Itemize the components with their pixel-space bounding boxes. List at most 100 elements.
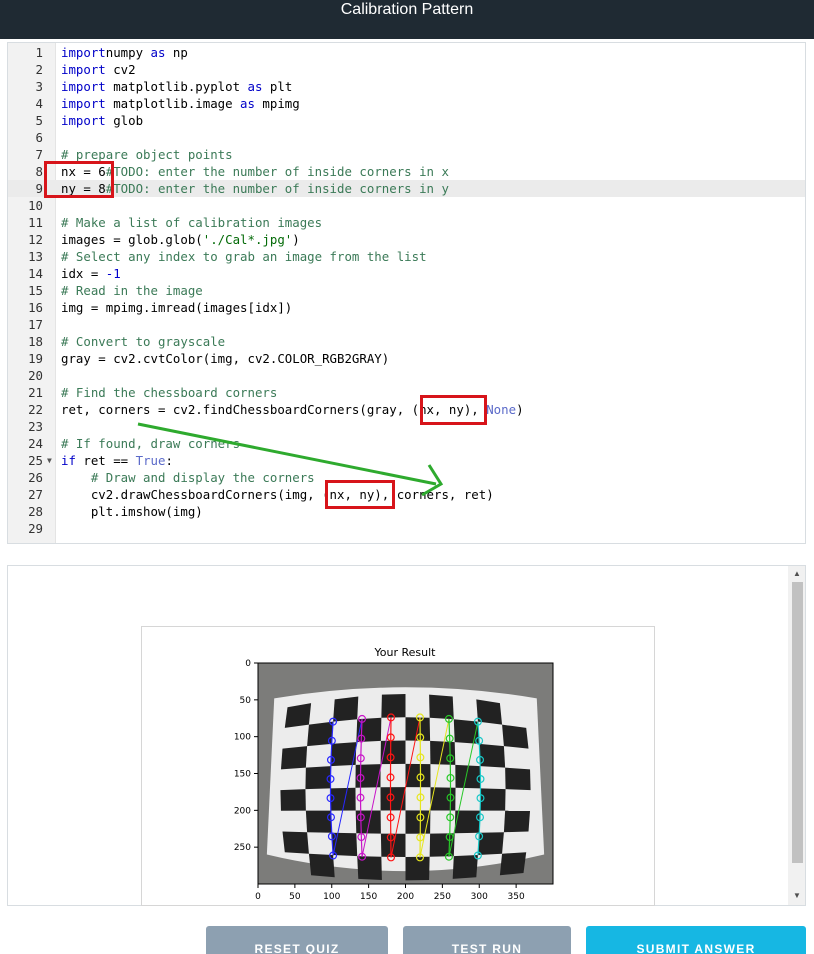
code-token: matplotlib.image: [105, 96, 241, 111]
code-token: numpy: [105, 45, 151, 60]
line-number: 17: [28, 317, 43, 332]
code-line[interactable]: 6: [8, 129, 805, 146]
line-number: 28: [28, 504, 43, 519]
code-line[interactable]: 16 img = mpimg.imread(images[idx]): [8, 299, 805, 316]
line-number: 24: [28, 436, 43, 451]
code-text: importnumpy as np: [61, 44, 188, 61]
code-token: :: [165, 453, 173, 468]
line-number: 16: [28, 300, 43, 315]
code-line[interactable]: 29: [8, 520, 805, 537]
code-line[interactable]: 19 gray = cv2.cvtColor(img, cv2.COLOR_RGB…: [8, 350, 805, 367]
line-number: 3: [35, 79, 43, 94]
code-line[interactable]: 12 images = glob.glob('./Cal*.jpg'): [8, 231, 805, 248]
code-token: matplotlib.pyplot: [105, 79, 248, 94]
code-line[interactable]: 14 idx = -1: [8, 265, 805, 282]
chessboard-square: [479, 743, 506, 768]
vertical-scrollbar[interactable]: ▲ ▼: [788, 566, 805, 905]
code-line[interactable]: 9 ny = 8#TODO: enter the number of inside…: [8, 180, 805, 197]
code-line[interactable]: 26 # Draw and display the corners: [8, 469, 805, 486]
code-text: # Make a list of calibration images: [61, 214, 322, 231]
line-number: 21: [28, 385, 43, 400]
code-line[interactable]: 3 import matplotlib.pyplot as plt: [8, 78, 805, 95]
code-line[interactable]: 25 ▼ if ret == True:: [8, 452, 805, 469]
code-line[interactable]: 17: [8, 316, 805, 333]
code-line[interactable]: 7 # prepare object points: [8, 146, 805, 163]
code-editor[interactable]: 1 importnumpy as np 2 import cv2 3 import mat…: [7, 42, 806, 544]
line-number: 10: [28, 198, 43, 213]
scrollbar-thumb[interactable]: [792, 582, 803, 863]
submit-answer-button[interactable]: SUBMIT ANSWER: [586, 926, 806, 954]
y-tick-label: 100: [234, 733, 251, 743]
code-line[interactable]: 22 ret, corners = cv2.findChessboardCorne…: [8, 401, 805, 418]
line-number: 13: [28, 249, 43, 264]
highlight-box-findcorners-args: [420, 395, 487, 425]
code-token: img = mpimg.imread(images[idx]): [61, 300, 293, 315]
chessboard-square: [503, 810, 531, 833]
chessboard-square: [505, 767, 531, 791]
code-token: cv2: [105, 62, 136, 77]
x-tick-label: 150: [360, 892, 377, 902]
code-text: plt.imshow(img): [61, 503, 203, 520]
code-token: plt: [262, 79, 293, 94]
code-line[interactable]: 18 # Convert to grayscale: [8, 333, 805, 350]
code-token: #TODO: enter the number of inside corner…: [105, 164, 449, 179]
code-token: gray = cv2.cvtColor(img, cv2.COLOR_RGB2G…: [61, 351, 390, 366]
x-tick-label: 200: [397, 892, 414, 902]
code-line[interactable]: 21 # Find the chessboard corners: [8, 384, 805, 401]
code-token: # Convert to grayscale: [61, 334, 226, 349]
code-token: mpimg: [254, 96, 300, 111]
code-line[interactable]: 4 import matplotlib.image as mpimg: [8, 95, 805, 112]
code-line[interactable]: 20: [8, 367, 805, 384]
code-line[interactable]: 27 cv2.drawChessboardCorners(img, (nx, n…: [8, 486, 805, 503]
code-token: None: [486, 402, 517, 417]
page-header: Calibration Pattern: [0, 0, 814, 39]
line-number: 15: [28, 283, 43, 298]
code-line[interactable]: 23: [8, 418, 805, 435]
x-tick-label: 100: [323, 892, 340, 902]
line-number: 27: [28, 487, 43, 502]
code-token: ): [292, 232, 300, 247]
chessboard-square: [280, 746, 308, 770]
code-line[interactable]: 11 # Make a list of calibration images: [8, 214, 805, 231]
code-line[interactable]: 10: [8, 197, 805, 214]
test-run-button[interactable]: TEST RUN: [403, 926, 571, 954]
chessboard-square: [381, 693, 406, 718]
code-token: as: [150, 45, 166, 60]
result-plot: Your Result 0 50 100 150 200 250 300 350 0 50 100…: [234, 646, 554, 902]
code-line[interactable]: 15 # Read in the image: [8, 282, 805, 299]
code-line[interactable]: 28 plt.imshow(img): [8, 503, 805, 520]
code-token: './Cal*.jpg': [202, 232, 293, 247]
y-axis: 0 50 100 150 200 250: [234, 659, 258, 853]
code-token: -1: [105, 266, 121, 281]
code-token: plt.imshow(img): [61, 504, 203, 519]
reset-quiz-button[interactable]: RESET QUIZ: [206, 926, 388, 954]
code-line[interactable]: 1 importnumpy as np: [8, 44, 805, 61]
code-text: img = mpimg.imread(images[idx]): [61, 299, 292, 316]
chessboard-image: [258, 663, 553, 884]
code-token: glob: [105, 113, 144, 128]
code-line[interactable]: 13 # Select any index to grab an image fr…: [8, 248, 805, 265]
code-text: gray = cv2.cvtColor(img, cv2.COLOR_RGB2G…: [61, 350, 389, 367]
y-tick-label: 250: [234, 843, 251, 853]
result-output-panel[interactable]: Your Result 0 50 100 150 200 250 300 350 0 50 100…: [7, 565, 806, 906]
code-token: # Select any index to grab an image from…: [61, 249, 427, 264]
code-line[interactable]: 2 import cv2: [8, 61, 805, 78]
chessboard-square: [282, 831, 309, 854]
line-number: 29: [28, 521, 43, 536]
code-text: nx = 6#TODO: enter the number of inside …: [61, 163, 449, 180]
scroll-down-icon[interactable]: ▼: [792, 891, 802, 901]
code-token: import: [61, 45, 106, 60]
line-number: 4: [35, 96, 43, 111]
code-line[interactable]: 5 import glob: [8, 112, 805, 129]
code-line[interactable]: 8 nx = 6#TODO: enter the number of inside…: [8, 163, 805, 180]
page-title: Calibration Pattern: [340, 1, 474, 18]
scroll-up-icon[interactable]: ▲: [792, 569, 802, 579]
line-number: 20: [28, 368, 43, 383]
fold-arrow-icon[interactable]: ▼: [47, 452, 52, 469]
y-tick-label: 50: [240, 696, 252, 706]
line-number: 5: [35, 113, 43, 128]
x-tick-label: 300: [471, 892, 488, 902]
code-line[interactable]: 24 # If found, draw corners: [8, 435, 805, 452]
code-text: # Find the chessboard corners: [61, 384, 277, 401]
